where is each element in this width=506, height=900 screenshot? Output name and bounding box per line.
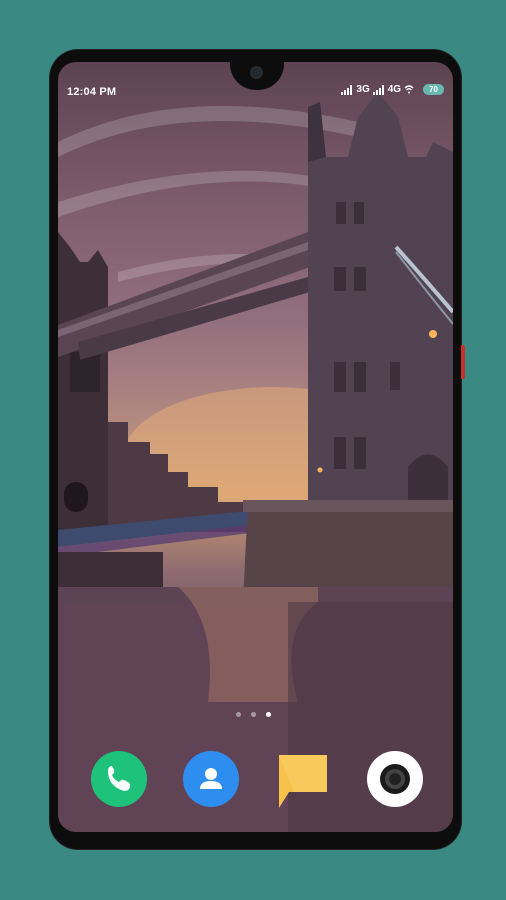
- signal-icon: [341, 84, 353, 95]
- battery-indicator: 70: [423, 84, 444, 95]
- page-indicator: [236, 712, 271, 717]
- message-icon: [279, 755, 327, 808]
- contacts-app[interactable]: [182, 750, 240, 808]
- status-time: 12:04 PM: [67, 86, 117, 98]
- messages-app[interactable]: [274, 750, 332, 808]
- camera-icon: [367, 751, 423, 807]
- network-type-2: 4G: [387, 84, 402, 95]
- contacts-icon: [183, 751, 239, 807]
- page-dot[interactable]: [251, 712, 256, 717]
- front-camera: [250, 66, 263, 79]
- phone-icon: [91, 751, 147, 807]
- page-dot-active[interactable]: [266, 712, 271, 717]
- network-type-1: 3G: [356, 84, 370, 95]
- app-dock: [88, 747, 428, 811]
- status-indicators: 3G 4G 70: [341, 84, 444, 95]
- camera-app[interactable]: [366, 750, 424, 808]
- page-dot[interactable]: [236, 712, 241, 717]
- phone-app[interactable]: [90, 750, 148, 808]
- wifi-icon: [404, 85, 414, 94]
- power-button: [461, 345, 465, 379]
- signal-icon-secondary: [372, 84, 384, 95]
